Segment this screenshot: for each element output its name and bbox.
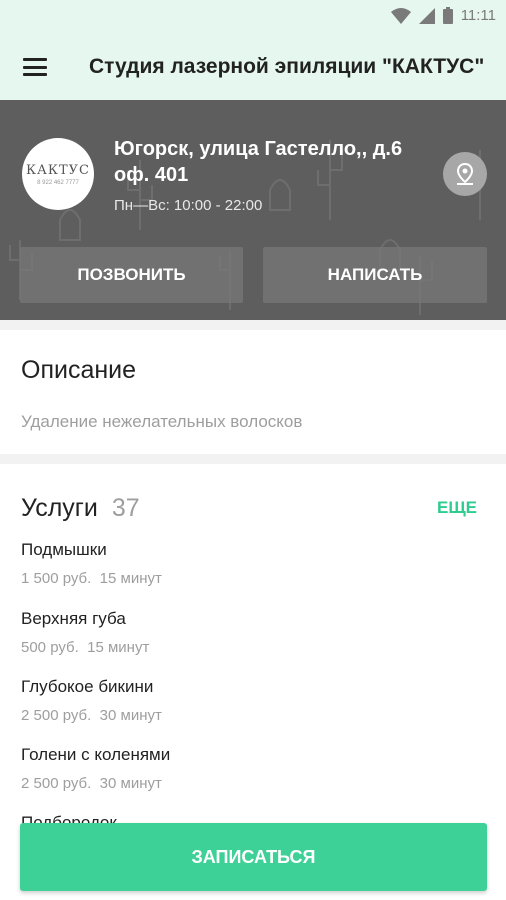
- studio-header: КАКТУС 8 922 462 7777 Югорск, улица Гаст…: [0, 100, 506, 320]
- status-time: 11:11: [460, 7, 496, 24]
- write-button[interactable]: НАПИСАТЬ: [263, 247, 487, 303]
- logo-text: КАКТУС: [26, 162, 90, 178]
- service-name: Глубокое бикини: [21, 677, 154, 696]
- logo-phone: 8 922 462 7777: [37, 179, 79, 186]
- page-title: Студия лазерной эпиляции "КАКТУС": [89, 55, 485, 78]
- description-card: Описание Удаление нежелательных волосков: [0, 330, 506, 454]
- services-count: 37: [111, 494, 140, 522]
- service-duration: 15 минут: [87, 639, 150, 656]
- service-duration: 15 минут: [99, 570, 162, 587]
- signal-icon: [418, 7, 435, 24]
- service-item[interactable]: Подмышки 1 500 руб. 15 минут: [21, 540, 162, 587]
- studio-address: Югорск, улица Гастелло,, д.6 оф. 401: [114, 138, 403, 186]
- services-title-label: Услуги: [21, 494, 98, 522]
- call-button[interactable]: ПОЗВОНИТЬ: [20, 247, 243, 303]
- description-text: Удаление нежелательных волосков: [21, 412, 303, 431]
- service-item[interactable]: Глубокое бикини 2 500 руб. 30 минут: [21, 677, 162, 724]
- battery-icon: [442, 7, 453, 24]
- wifi-icon: [390, 7, 411, 24]
- service-price: 500 руб.: [21, 639, 79, 656]
- service-price: 1 500 руб.: [21, 570, 92, 587]
- map-location-button[interactable]: [443, 152, 487, 196]
- status-bar: 11:11: [0, 0, 506, 34]
- service-price: 2 500 руб.: [21, 707, 92, 724]
- service-item[interactable]: Верхняя губа 500 руб. 15 минут: [21, 609, 149, 656]
- service-name: Верхняя губа: [21, 609, 126, 628]
- working-hours: Пн—Вс: 10:00 - 22:00: [114, 197, 263, 214]
- service-name: Голени с коленями: [21, 745, 171, 764]
- service-price: 2 500 руб.: [21, 775, 92, 792]
- service-duration: 30 минут: [99, 707, 162, 724]
- service-duration: 30 минут: [99, 775, 162, 792]
- service-item[interactable]: Голени с коленями 2 500 руб. 30 минут: [21, 745, 170, 792]
- service-name: Подмышки: [21, 540, 107, 559]
- more-services-link[interactable]: ЕЩЕ: [437, 498, 477, 518]
- studio-logo: КАКТУС 8 922 462 7777: [22, 138, 94, 210]
- services-title: Услуги 37: [21, 494, 140, 523]
- description-title: Описание: [21, 356, 137, 384]
- menu-icon[interactable]: [23, 58, 47, 76]
- map-pin-icon: [456, 162, 474, 185]
- app-bar: Студия лазерной эпиляции "КАКТУС": [0, 34, 506, 100]
- book-appointment-button[interactable]: ЗАПИСАТЬСЯ: [20, 823, 487, 891]
